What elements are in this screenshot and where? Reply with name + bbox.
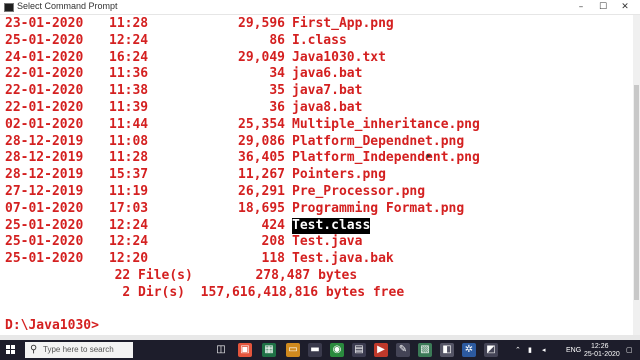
tray-chevron-icon[interactable]: ⌃ bbox=[515, 347, 521, 354]
file-time: 11:08 bbox=[109, 133, 149, 149]
volume-icon[interactable]: ◂ bbox=[542, 347, 546, 354]
windows-start-icon[interactable] bbox=[6, 345, 16, 355]
console-output[interactable]: 23-01-2020 11:28 29,596 First_App.png 25-01-… bbox=[0, 15, 632, 335]
file-size: 208 bbox=[261, 234, 285, 250]
file-date: 25-01-2020 bbox=[5, 234, 84, 250]
file-size: 29,596 bbox=[238, 16, 285, 31]
network-icon[interactable]: ▮ bbox=[528, 347, 532, 354]
clock-date[interactable]: 25-01-2020 bbox=[584, 351, 620, 358]
window-title: Select Command Prompt bbox=[17, 1, 118, 11]
file-time: 11:36 bbox=[109, 66, 149, 82]
minimize-button[interactable]: – bbox=[570, 0, 592, 14]
settings-icon[interactable]: ✲ bbox=[462, 343, 476, 357]
file-name: Test.class bbox=[292, 217, 371, 234]
file-size: 34 bbox=[269, 66, 285, 82]
file-name: Pointers.png bbox=[292, 167, 386, 183]
file-name: java6.bat bbox=[292, 66, 363, 82]
file-time: 12:24 bbox=[109, 234, 149, 250]
file-time: 11:38 bbox=[109, 83, 149, 99]
media-icon[interactable]: ▶ bbox=[374, 343, 388, 357]
files-summary: 22 File(s) 278,487 bytes bbox=[5, 268, 358, 283]
notification-icon[interactable]: ▢ bbox=[626, 347, 633, 354]
language-indicator[interactable]: ENG bbox=[566, 347, 581, 354]
file-name: I.class bbox=[292, 32, 347, 48]
file-date: 25-01-2020 bbox=[5, 32, 84, 48]
office-icon[interactable]: ▣ bbox=[238, 343, 252, 357]
chrome-icon[interactable]: ◉ bbox=[330, 343, 344, 357]
title-bar: Select Command Prompt – ☐ ✕ bbox=[0, 0, 640, 15]
command-prompt-taskbar-icon[interactable]: ▬ bbox=[308, 343, 322, 357]
file-name: First_App.png bbox=[292, 16, 394, 31]
file-date: 24-01-2020 bbox=[5, 49, 84, 65]
file-name: Multiple_inheritance.png bbox=[292, 116, 480, 132]
file-size: 25,354 bbox=[238, 116, 285, 132]
screen-icon[interactable]: ◩ bbox=[484, 343, 498, 357]
file-name: Java1030.txt bbox=[292, 49, 386, 65]
file-name: Test.java bbox=[292, 234, 363, 250]
file-time: 16:24 bbox=[109, 49, 149, 65]
file-time: 11:39 bbox=[109, 100, 149, 115]
file-time: 12:20 bbox=[109, 251, 149, 267]
file-time: 11:19 bbox=[109, 184, 149, 199]
file-date: 22-01-2020 bbox=[5, 66, 84, 82]
file-size: 86 bbox=[269, 32, 285, 48]
file-name: Pre_Processor.png bbox=[292, 184, 426, 199]
file-date: 22-01-2020 bbox=[5, 100, 84, 115]
image-icon[interactable]: ▧ bbox=[418, 343, 432, 357]
maximize-button[interactable]: ☐ bbox=[592, 0, 614, 14]
excel-icon[interactable]: ▦ bbox=[262, 343, 276, 357]
file-date: 25-01-2020 bbox=[5, 217, 84, 233]
file-date: 28-12-2019 bbox=[5, 133, 84, 149]
taskbar: ⚲ Type here to search ◫ ▣ ▦ ▭ ▬ ◉ ▤ ▶ ✎ … bbox=[0, 340, 640, 360]
file-size: 29,049 bbox=[238, 49, 285, 65]
tool-icon[interactable]: ✎ bbox=[396, 343, 410, 357]
file-time: 11:44 bbox=[109, 116, 149, 132]
taskbar-search-box[interactable]: ⚲ Type here to search bbox=[25, 342, 133, 358]
command-prompt-line[interactable]: D:\Java1030> bbox=[5, 318, 99, 334]
file-name: Test.java.bak bbox=[292, 251, 394, 267]
file-time: 15:37 bbox=[109, 167, 149, 183]
file-size: 36,405 bbox=[238, 150, 285, 166]
file-size: 18,695 bbox=[238, 200, 285, 216]
file-date: 25-01-2020 bbox=[5, 251, 84, 267]
file-time: 11:28 bbox=[109, 150, 149, 166]
file-time: 12:24 bbox=[109, 217, 149, 233]
file-name: Programming Format.png bbox=[292, 200, 465, 216]
file-time: 11:28 bbox=[109, 16, 149, 31]
file-date: 22-01-2020 bbox=[5, 83, 84, 99]
file-date: 27-12-2019 bbox=[5, 184, 84, 199]
scrollbar-thumb[interactable] bbox=[634, 85, 639, 300]
file-size: 35 bbox=[269, 83, 285, 99]
file-time: 17:03 bbox=[109, 200, 149, 216]
command-prompt-icon bbox=[4, 3, 14, 12]
file-size: 36 bbox=[269, 100, 285, 115]
vertical-scrollbar[interactable] bbox=[633, 15, 640, 335]
mouse-pointer-icon: ▸ bbox=[427, 151, 432, 160]
file-size: 11,267 bbox=[238, 167, 285, 183]
file-size: 118 bbox=[261, 251, 285, 267]
clock-time[interactable]: 12:26 bbox=[591, 343, 609, 350]
file-name: Platform_Dependnet.png bbox=[292, 133, 465, 149]
file-date: 28-12-2019 bbox=[5, 150, 84, 166]
file-explorer-icon[interactable]: ▭ bbox=[286, 343, 300, 357]
file-date: 07-01-2020 bbox=[5, 200, 84, 216]
file-date: 23-01-2020 bbox=[5, 16, 84, 31]
close-button[interactable]: ✕ bbox=[614, 0, 636, 14]
search-icon: ⚲ bbox=[30, 344, 38, 355]
file-name: java8.bat bbox=[292, 100, 363, 115]
file-size: 29,086 bbox=[238, 133, 285, 149]
file-date: 02-01-2020 bbox=[5, 116, 84, 132]
file-time: 12:24 bbox=[109, 32, 149, 48]
search-placeholder: Type here to search bbox=[43, 345, 114, 354]
task-view-icon[interactable]: ◫ bbox=[214, 343, 228, 357]
file-size: 26,291 bbox=[238, 184, 285, 199]
window-icon[interactable]: ◧ bbox=[440, 343, 454, 357]
file-name: Platform_Independent.png bbox=[292, 150, 480, 166]
file-name: java7.bat bbox=[292, 83, 363, 99]
file-date: 28-12-2019 bbox=[5, 167, 84, 183]
dirs-summary: 2 Dir(s) 157,616,418,816 bytes free bbox=[5, 285, 405, 300]
app-icon[interactable]: ▤ bbox=[352, 343, 366, 357]
file-size: 424 bbox=[261, 217, 285, 233]
